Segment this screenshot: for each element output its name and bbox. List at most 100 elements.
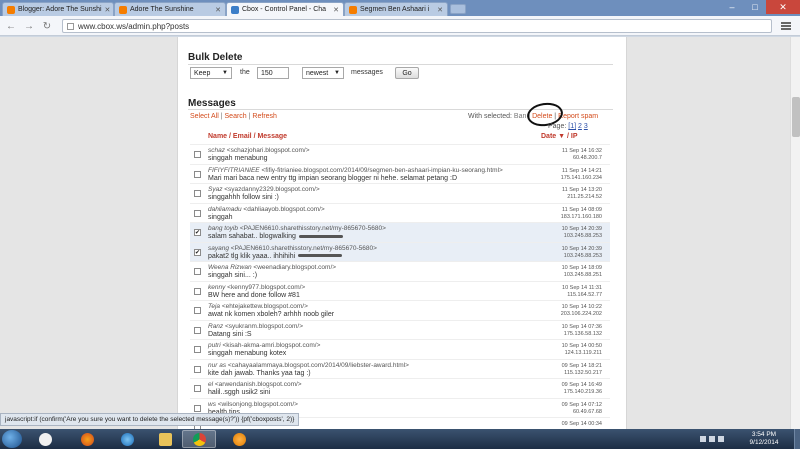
col-message[interactable]: Message	[257, 133, 287, 140]
row-checkbox[interactable]: ✔	[194, 248, 201, 256]
row-checkbox[interactable]	[194, 326, 201, 334]
message-author: el <arwendanish.blogspot.com/>	[208, 381, 302, 388]
bulk-order-select[interactable]: newest ▼	[302, 67, 344, 79]
author-name[interactable]: bang toyib	[208, 225, 238, 232]
show-desktop-button[interactable]	[794, 429, 800, 449]
message-ip: 175.136.58.132	[563, 330, 602, 337]
author-name[interactable]: kenny	[208, 284, 225, 291]
author-url: <ehtejakettew.blogspot.com/>	[221, 303, 308, 310]
row-checkbox[interactable]: ✔	[194, 229, 201, 236]
refresh-link[interactable]: Refresh	[252, 113, 277, 120]
taskbar: 3:54 PM 9/12/2014	[0, 429, 800, 449]
taskbar-file-explorer[interactable]	[148, 430, 182, 448]
message-date: 09 Sep 14 07:12	[561, 401, 602, 408]
author-name[interactable]: sayang	[208, 245, 229, 252]
page-2-link[interactable]: 2	[578, 123, 582, 130]
reload-icon[interactable]: ↻	[40, 19, 54, 33]
close-tab-icon[interactable]: ✕	[102, 6, 111, 14]
message-author: schaz <schazjohari.blogspot.com/>	[208, 147, 310, 154]
row-checkbox[interactable]	[194, 170, 201, 178]
taskbar-chrome[interactable]	[182, 430, 216, 448]
message-row: FIFIYFITRIANIEE <fifiy-fitrianiee.blogsp…	[190, 163, 610, 184]
back-arrow-icon[interactable]: ←	[4, 19, 18, 33]
row-checkbox[interactable]	[194, 404, 201, 412]
author-name[interactable]: putri	[208, 342, 221, 349]
bulk-count-input[interactable]: 150	[257, 67, 289, 79]
tab-title: Adore The Sunshine	[130, 6, 194, 13]
new-tab-button[interactable]	[450, 4, 466, 14]
bulk-action-select[interactable]: Keep ▼	[190, 67, 232, 79]
close-window-icon[interactable]: ✕	[766, 0, 800, 14]
row-checkbox[interactable]	[194, 287, 201, 295]
author-name[interactable]: nur as	[208, 362, 226, 369]
message-author: kenny <kenny977.blogspot.com/>	[208, 284, 305, 291]
taskbar-app[interactable]	[222, 430, 256, 448]
tab-cbox-control-panel[interactable]: Cbox - Control Panel - Cha ✕	[226, 2, 344, 16]
sort-down-icon: ▼	[558, 133, 566, 140]
scrollbar-thumb[interactable]	[792, 97, 800, 137]
row-checkbox[interactable]	[194, 365, 201, 373]
tab-blogger-dashboard[interactable]: Blogger: Adore The Sunshi ✕	[2, 2, 114, 16]
maximize-icon[interactable]: □	[744, 0, 766, 14]
minimize-icon[interactable]: –	[720, 0, 744, 14]
row-checkbox[interactable]	[194, 385, 201, 392]
message-author: FIFIYFITRIANIEE <fifiy-fitrianiee.blogsp…	[208, 167, 503, 174]
message-author: bang toyib <PAJEN6610.sharethisstory.net…	[208, 225, 386, 232]
message-body: singgah	[208, 213, 233, 221]
taskbar-media-player[interactable]	[28, 430, 62, 448]
message-author: Weena Rizwan <weenadiary.blogspot.com/>	[208, 264, 336, 271]
page-scrollbar[interactable]	[790, 37, 800, 429]
col-date[interactable]: Date	[541, 133, 556, 140]
col-name[interactable]: Name	[208, 133, 227, 140]
tab-strip: Blogger: Adore The Sunshi ✕ Adore The Su…	[0, 0, 800, 16]
system-tray[interactable]	[700, 432, 730, 446]
message-author: ws <wilsonjong.blogspot.com/>	[208, 401, 298, 408]
address-url: www.cbox.ws/admin.php?posts	[78, 21, 190, 31]
close-tab-icon[interactable]: ✕	[434, 6, 443, 14]
close-tab-icon[interactable]: ✕	[330, 6, 339, 14]
message-body: salam sahabat.. blogwalking	[208, 233, 296, 240]
message-ip: 103.245.88.251	[563, 272, 602, 278]
messages-label: messages	[351, 69, 383, 76]
row-checkbox[interactable]	[194, 190, 201, 197]
bulk-action-value: Keep	[194, 69, 211, 77]
author-name[interactable]: Syaz	[208, 186, 222, 193]
author-name[interactable]: dahliamadu	[208, 206, 242, 213]
row-checkbox[interactable]	[194, 209, 201, 217]
row-checkbox[interactable]	[194, 307, 201, 314]
author-name[interactable]: Ranz	[208, 323, 223, 330]
tab-adore-the-sunshine[interactable]: Adore The Sunshine ✕	[114, 2, 226, 16]
author-name[interactable]: el	[208, 381, 213, 388]
page-3-link[interactable]: 3	[584, 123, 588, 130]
message-row: nur as <cahayaalammaya.blogspot.com/2014…	[190, 358, 610, 379]
close-tab-icon[interactable]: ✕	[212, 6, 221, 14]
chrome-icon	[192, 432, 206, 446]
author-name[interactable]: schaz	[208, 147, 225, 154]
ban-link[interactable]: Ban	[514, 113, 526, 120]
taskbar-clock[interactable]: 3:54 PM 9/12/2014	[736, 431, 792, 447]
message-date: 10 Sep 14 11:31	[562, 284, 602, 291]
author-name[interactable]: ws	[208, 401, 216, 408]
taskbar-internet-explorer[interactable]	[110, 430, 144, 448]
internet-explorer-icon	[120, 432, 134, 446]
col-ip[interactable]: IP	[571, 133, 578, 140]
start-button[interactable]	[2, 430, 22, 448]
address-bar[interactable]: www.cbox.ws/admin.php?posts	[62, 19, 772, 33]
tab-segmen-ben-ashaari[interactable]: Segmen Ben Ashaari i ✕	[344, 2, 448, 16]
browser-menu-icon[interactable]	[780, 20, 792, 32]
author-name[interactable]: Teja	[208, 303, 220, 310]
col-email[interactable]: Email	[233, 133, 252, 140]
report-spam-link[interactable]: Report spam	[558, 113, 598, 120]
row-checkbox[interactable]	[194, 151, 201, 158]
select-all-link[interactable]: Select All	[190, 113, 219, 120]
forward-arrow-icon[interactable]: →	[22, 19, 36, 33]
row-checkbox[interactable]	[194, 346, 201, 353]
page-1-link[interactable]: [1]	[568, 123, 576, 130]
taskbar-firefox[interactable]	[70, 430, 104, 448]
row-checkbox[interactable]	[194, 268, 201, 275]
go-button[interactable]: Go	[395, 67, 419, 79]
search-link[interactable]: Search	[225, 113, 247, 120]
author-name[interactable]: FIFIYFITRIANIEE	[208, 167, 260, 174]
author-name[interactable]: Weena Rizwan	[208, 264, 252, 271]
author-url: <fifiy-fitrianiee.blogspot.com/2014/09/s…	[261, 166, 503, 174]
